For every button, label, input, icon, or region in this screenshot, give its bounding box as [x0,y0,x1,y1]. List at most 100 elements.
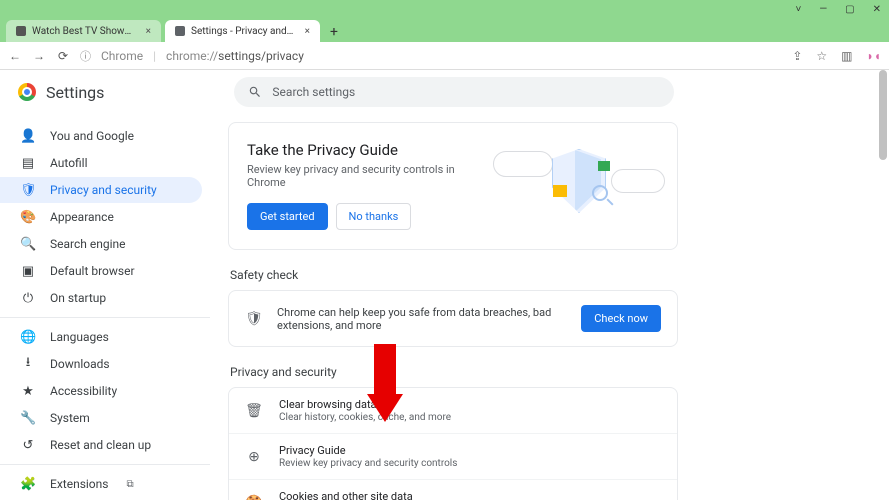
guide-subtitle: Review key privacy and security controls… [247,163,489,189]
sidebar-item-search-engine[interactable]: 🔍Search engine [0,231,202,257]
site-info-icon[interactable]: ⓘ [80,48,91,64]
system-icon: 🔧 [20,411,36,426]
reset-icon: ↺ [20,438,36,453]
settings-main: Take the Privacy Guide Review key privac… [210,70,889,500]
cookie-icon: 🍪 [245,495,263,500]
power-icon: ⏻ [20,291,36,306]
appearance-icon: 🎨 [20,210,36,225]
sidebar-item-autofill[interactable]: ▤ Autofill [0,150,202,176]
extensions-icon: 🧩 [20,477,36,492]
sidebar-item-label: Downloads [50,357,110,371]
sidebar-item-system[interactable]: 🔧 System [0,405,202,431]
scrollbar-thumb[interactable] [879,70,887,160]
settings-header: Settings Search settings [0,70,889,114]
window-minimize[interactable]: — [819,4,827,15]
browser-tab-1[interactable]: Settings - Privacy and security × [165,20,320,42]
row-subtitle: Review key privacy and security controls [279,458,457,469]
sidebar-item-label: Accessibility [50,384,117,398]
settings-sidebar: 👤 You and Google ▤ Autofill 🛡 Privacy and s… [0,70,210,500]
profile-avatar[interactable]: ◗◖ [867,49,882,63]
guide-illustration [499,141,659,231]
window-chevron[interactable]: ˅ [796,4,802,15]
privacy-security-list: 🗑 Clear browsing data Clear history, coo… [228,387,678,500]
sidebar-item-privacy-security[interactable]: 🛡 Privacy and security [0,177,202,203]
sidebar-divider [0,317,210,318]
annotation-arrow [370,344,400,424]
toolbar: ← → ⟳ ⓘ Chrome | chrome://settings/priva… [0,42,889,70]
sidebar-item-reset[interactable]: ↺ Reset and clean up [0,432,202,458]
sidebar-item-label: Extensions [50,477,108,491]
favicon-icon [16,26,26,36]
os-titlebar: ˅ — ▢ ✕ [0,0,889,18]
row-title: Clear browsing data [279,398,451,411]
default-browser-icon: ▣ [20,264,36,279]
row-cookies[interactable]: 🍪 Cookies and other site data Third-part… [229,479,677,500]
accessibility-icon: ★ [20,384,36,399]
sidebar-item-extensions[interactable]: 🧩 Extensions ⧉ [0,471,202,497]
sidebar-item-accessibility[interactable]: ★ Accessibility [0,378,202,404]
search-icon [248,85,262,99]
tab-title: Watch Best TV Shows, Serials, S… [32,26,136,37]
close-tab-icon[interactable]: × [305,26,310,37]
window-maximize[interactable]: ▢ [845,4,854,15]
window-close[interactable]: ✕ [873,4,881,15]
search-icon: 🔍 [20,237,36,252]
tune-icon: ⊕ [245,449,263,465]
sidebar-item-label: Reset and clean up [50,438,151,452]
shield-check-icon: 🛡 [245,311,263,327]
sidebar-item-default-browser[interactable]: ▣ Default browser [0,258,202,284]
download-icon: ⭳ [20,353,36,375]
sidebar-item-label: Languages [50,330,109,344]
safety-check-text: Chrome can help keep you safe from data … [277,306,567,332]
sidebar-item-downloads[interactable]: ⭳ Downloads [0,351,202,377]
forward-button[interactable]: → [32,49,46,63]
vertical-scrollbar[interactable] [877,70,889,500]
no-thanks-button[interactable]: No thanks [336,203,412,230]
reload-button[interactable]: ⟳ [56,49,70,63]
page-title: Settings [46,83,104,102]
get-started-button[interactable]: Get started [247,203,328,230]
sidebar-item-label: System [50,411,90,425]
search-placeholder: Search settings [272,85,355,99]
close-tab-icon[interactable]: × [146,26,151,37]
back-button[interactable]: ← [8,49,22,63]
chrome-logo-icon [18,83,36,101]
external-link-icon: ⧉ [126,479,133,490]
sidebar-item-languages[interactable]: 🌐 Languages [0,324,202,350]
side-panel-icon[interactable]: ▥ [841,49,852,63]
row-clear-browsing-data[interactable]: 🗑 Clear browsing data Clear history, coo… [229,388,677,433]
row-privacy-guide[interactable]: ⊕ Privacy Guide Review key privacy and s… [229,433,677,479]
sidebar-item-label: Default browser [50,264,135,278]
row-title: Privacy Guide [279,444,457,457]
check-now-button[interactable]: Check now [581,305,661,332]
new-tab-button[interactable]: + [324,22,344,42]
sidebar-item-appearance[interactable]: 🎨 Appearance [0,204,202,230]
tab-title: Settings - Privacy and security [191,26,295,37]
privacy-security-section-label: Privacy and security [230,365,337,379]
row-subtitle: Clear history, cookies, cache, and more [279,412,451,423]
sidebar-item-label: Privacy and security [50,183,157,197]
sidebar-item-label: You and Google [50,129,134,143]
search-settings-input[interactable]: Search settings [234,77,674,107]
browser-tab-0[interactable]: Watch Best TV Shows, Serials, S… × [6,20,161,42]
sidebar-item-label: Autofill [50,156,88,170]
tab-strip: Watch Best TV Shows, Serials, S… × Setti… [0,18,889,42]
guide-title: Take the Privacy Guide [247,141,489,159]
row-title: Cookies and other site data [279,490,501,500]
safety-check-section-label: Safety check [230,268,298,282]
url-scheme: Chrome [101,49,143,63]
sidebar-item-you-and-google[interactable]: 👤 You and Google [0,123,202,149]
sidebar-item-label: Appearance [50,210,114,224]
url-display[interactable]: chrome://settings/privacy [166,49,304,63]
bookmark-icon[interactable]: ☆ [816,49,827,63]
sidebar-divider [0,464,210,465]
autofill-icon: ▤ [20,156,36,171]
share-icon[interactable]: ⇪ [792,49,802,63]
privacy-guide-card: Take the Privacy Guide Review key privac… [228,122,678,250]
safety-check-card: 🛡 Chrome can help keep you safe from dat… [228,290,678,347]
globe-icon: 🌐 [20,330,36,345]
trash-icon: 🗑 [245,403,263,419]
shield-icon: 🛡 [20,183,36,198]
person-icon: 👤 [20,129,36,144]
sidebar-item-on-startup[interactable]: ⏻On startup [0,285,202,311]
